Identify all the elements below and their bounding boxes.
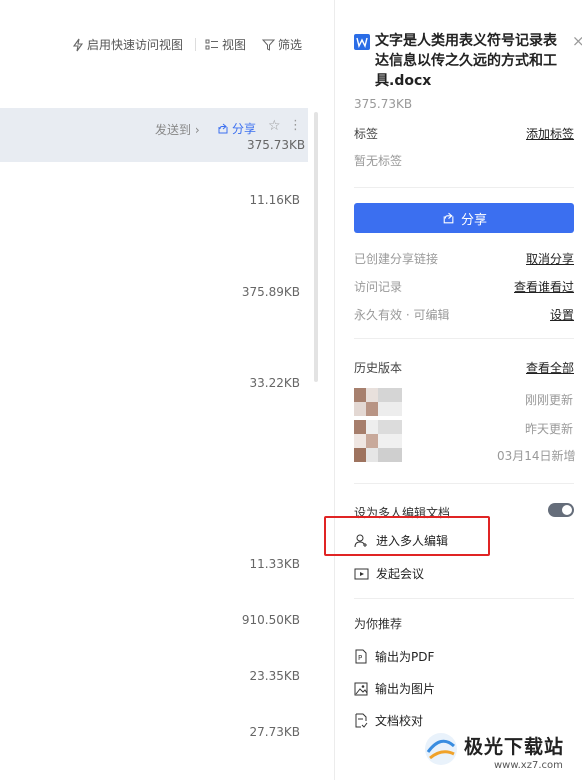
file-size: 27.73KB (249, 725, 300, 739)
file-size: 11.16KB (249, 193, 300, 207)
history-thumbnail (354, 448, 402, 462)
watermark-brand: 极光下载站 (464, 736, 565, 758)
close-icon[interactable]: × (572, 32, 582, 50)
share-icon (216, 122, 229, 135)
site-watermark: 极光下载站 www.xz7.com (420, 724, 582, 780)
permission-text: 永久有效 · 可编辑 (354, 308, 450, 322)
filter-label: 筛选 (278, 38, 303, 52)
settings-link[interactable]: 设置 (550, 306, 574, 323)
pdf-icon: P (354, 649, 368, 664)
file-size-label: 375.73KB (354, 97, 413, 111)
watermark-url: www.xz7.com (494, 760, 563, 771)
access-log-label: 访问记录 (354, 280, 403, 294)
history-thumbnail (354, 402, 402, 416)
history-item-time[interactable]: 03月14日新增 (497, 447, 576, 464)
export-image-label: 输出为图片 (375, 682, 436, 696)
history-label: 历史版本 (354, 361, 403, 375)
file-size: 375.89KB (241, 285, 300, 299)
file-title: 文字是人类用表义符号记录表达信息以传之久远的方式和工具.docx (375, 33, 557, 89)
share-button[interactable]: 分享 (354, 203, 574, 233)
history-thumbnail (354, 420, 402, 434)
row-share-label: 分享 (232, 122, 257, 136)
filter-icon (262, 39, 275, 51)
file-list-scrollbar[interactable] (314, 112, 318, 382)
image-icon (354, 682, 368, 696)
file-size: 33.22KB (249, 376, 300, 390)
list-view-icon (205, 39, 219, 51)
watermark-logo-icon (422, 730, 460, 768)
lightning-icon (72, 38, 84, 52)
file-list-toolbar: 启用快速访问视图 视图 筛选 (0, 30, 330, 58)
toolbar-divider (195, 38, 196, 51)
no-tags-text: 暂无标签 (354, 154, 403, 168)
cancel-share-link[interactable]: 取消分享 (526, 250, 574, 267)
star-icon[interactable]: ☆ (268, 118, 281, 134)
more-icon[interactable]: ⋮ (289, 118, 302, 133)
view-all-link[interactable]: 查看全部 (526, 359, 574, 376)
file-size: 375.73KB (247, 138, 306, 152)
start-meeting-button[interactable]: 发起会议 (354, 565, 424, 582)
quick-view-label: 启用快速访问视图 (87, 38, 184, 52)
filter-button[interactable]: 筛选 (262, 36, 302, 53)
send-to-button[interactable]: 发送到 › (155, 121, 200, 138)
word-doc-icon (354, 34, 370, 50)
video-meeting-icon (354, 567, 369, 580)
recommend-label: 为你推荐 (354, 617, 403, 631)
send-to-label: 发送到 (155, 123, 192, 137)
share-button-label: 分享 (460, 212, 487, 228)
quick-view-toggle[interactable]: 启用快速访问视图 (72, 36, 183, 53)
history-thumbnail (354, 434, 402, 448)
add-tag-link[interactable]: 添加标签 (526, 125, 574, 142)
share-icon (441, 211, 455, 225)
proofread-label: 文档校对 (375, 714, 424, 728)
tags-label: 标签 (354, 127, 379, 141)
file-size: 910.50KB (241, 613, 300, 627)
view-button[interactable]: 视图 (205, 36, 246, 53)
divider (354, 338, 574, 339)
start-meeting-label: 发起会议 (376, 567, 425, 581)
file-size: 23.35KB (249, 669, 300, 683)
svg-text:P: P (358, 654, 362, 662)
view-label: 视图 (222, 38, 247, 52)
selected-file-row[interactable]: 发送到 › 分享 ☆ ⋮ 375.73KB (0, 108, 308, 162)
export-pdf-button[interactable]: P 输出为PDF (354, 648, 434, 665)
history-item-time[interactable]: 昨天更新 (525, 420, 573, 437)
file-detail-panel: 文字是人类用表义符号记录表达信息以传之久远的方式和工具.docx × 375.7… (335, 0, 582, 780)
proofread-button[interactable]: 文档校对 (354, 712, 423, 729)
view-who-link[interactable]: 查看谁看过 (514, 278, 574, 295)
share-link-status: 已创建分享链接 (354, 252, 439, 266)
row-share-button[interactable]: 分享 (216, 120, 256, 137)
proofread-icon (354, 713, 368, 728)
multi-edit-toggle[interactable] (548, 503, 574, 517)
history-thumbnail (354, 388, 402, 402)
highlight-annotation-box (324, 516, 490, 556)
history-item-time[interactable]: 刚刚更新 (525, 391, 573, 408)
file-size: 11.33KB (249, 557, 300, 571)
divider (354, 187, 574, 188)
divider (354, 598, 574, 599)
export-pdf-label: 输出为PDF (375, 650, 435, 664)
export-image-button[interactable]: 输出为图片 (354, 680, 435, 697)
divider (354, 483, 574, 484)
